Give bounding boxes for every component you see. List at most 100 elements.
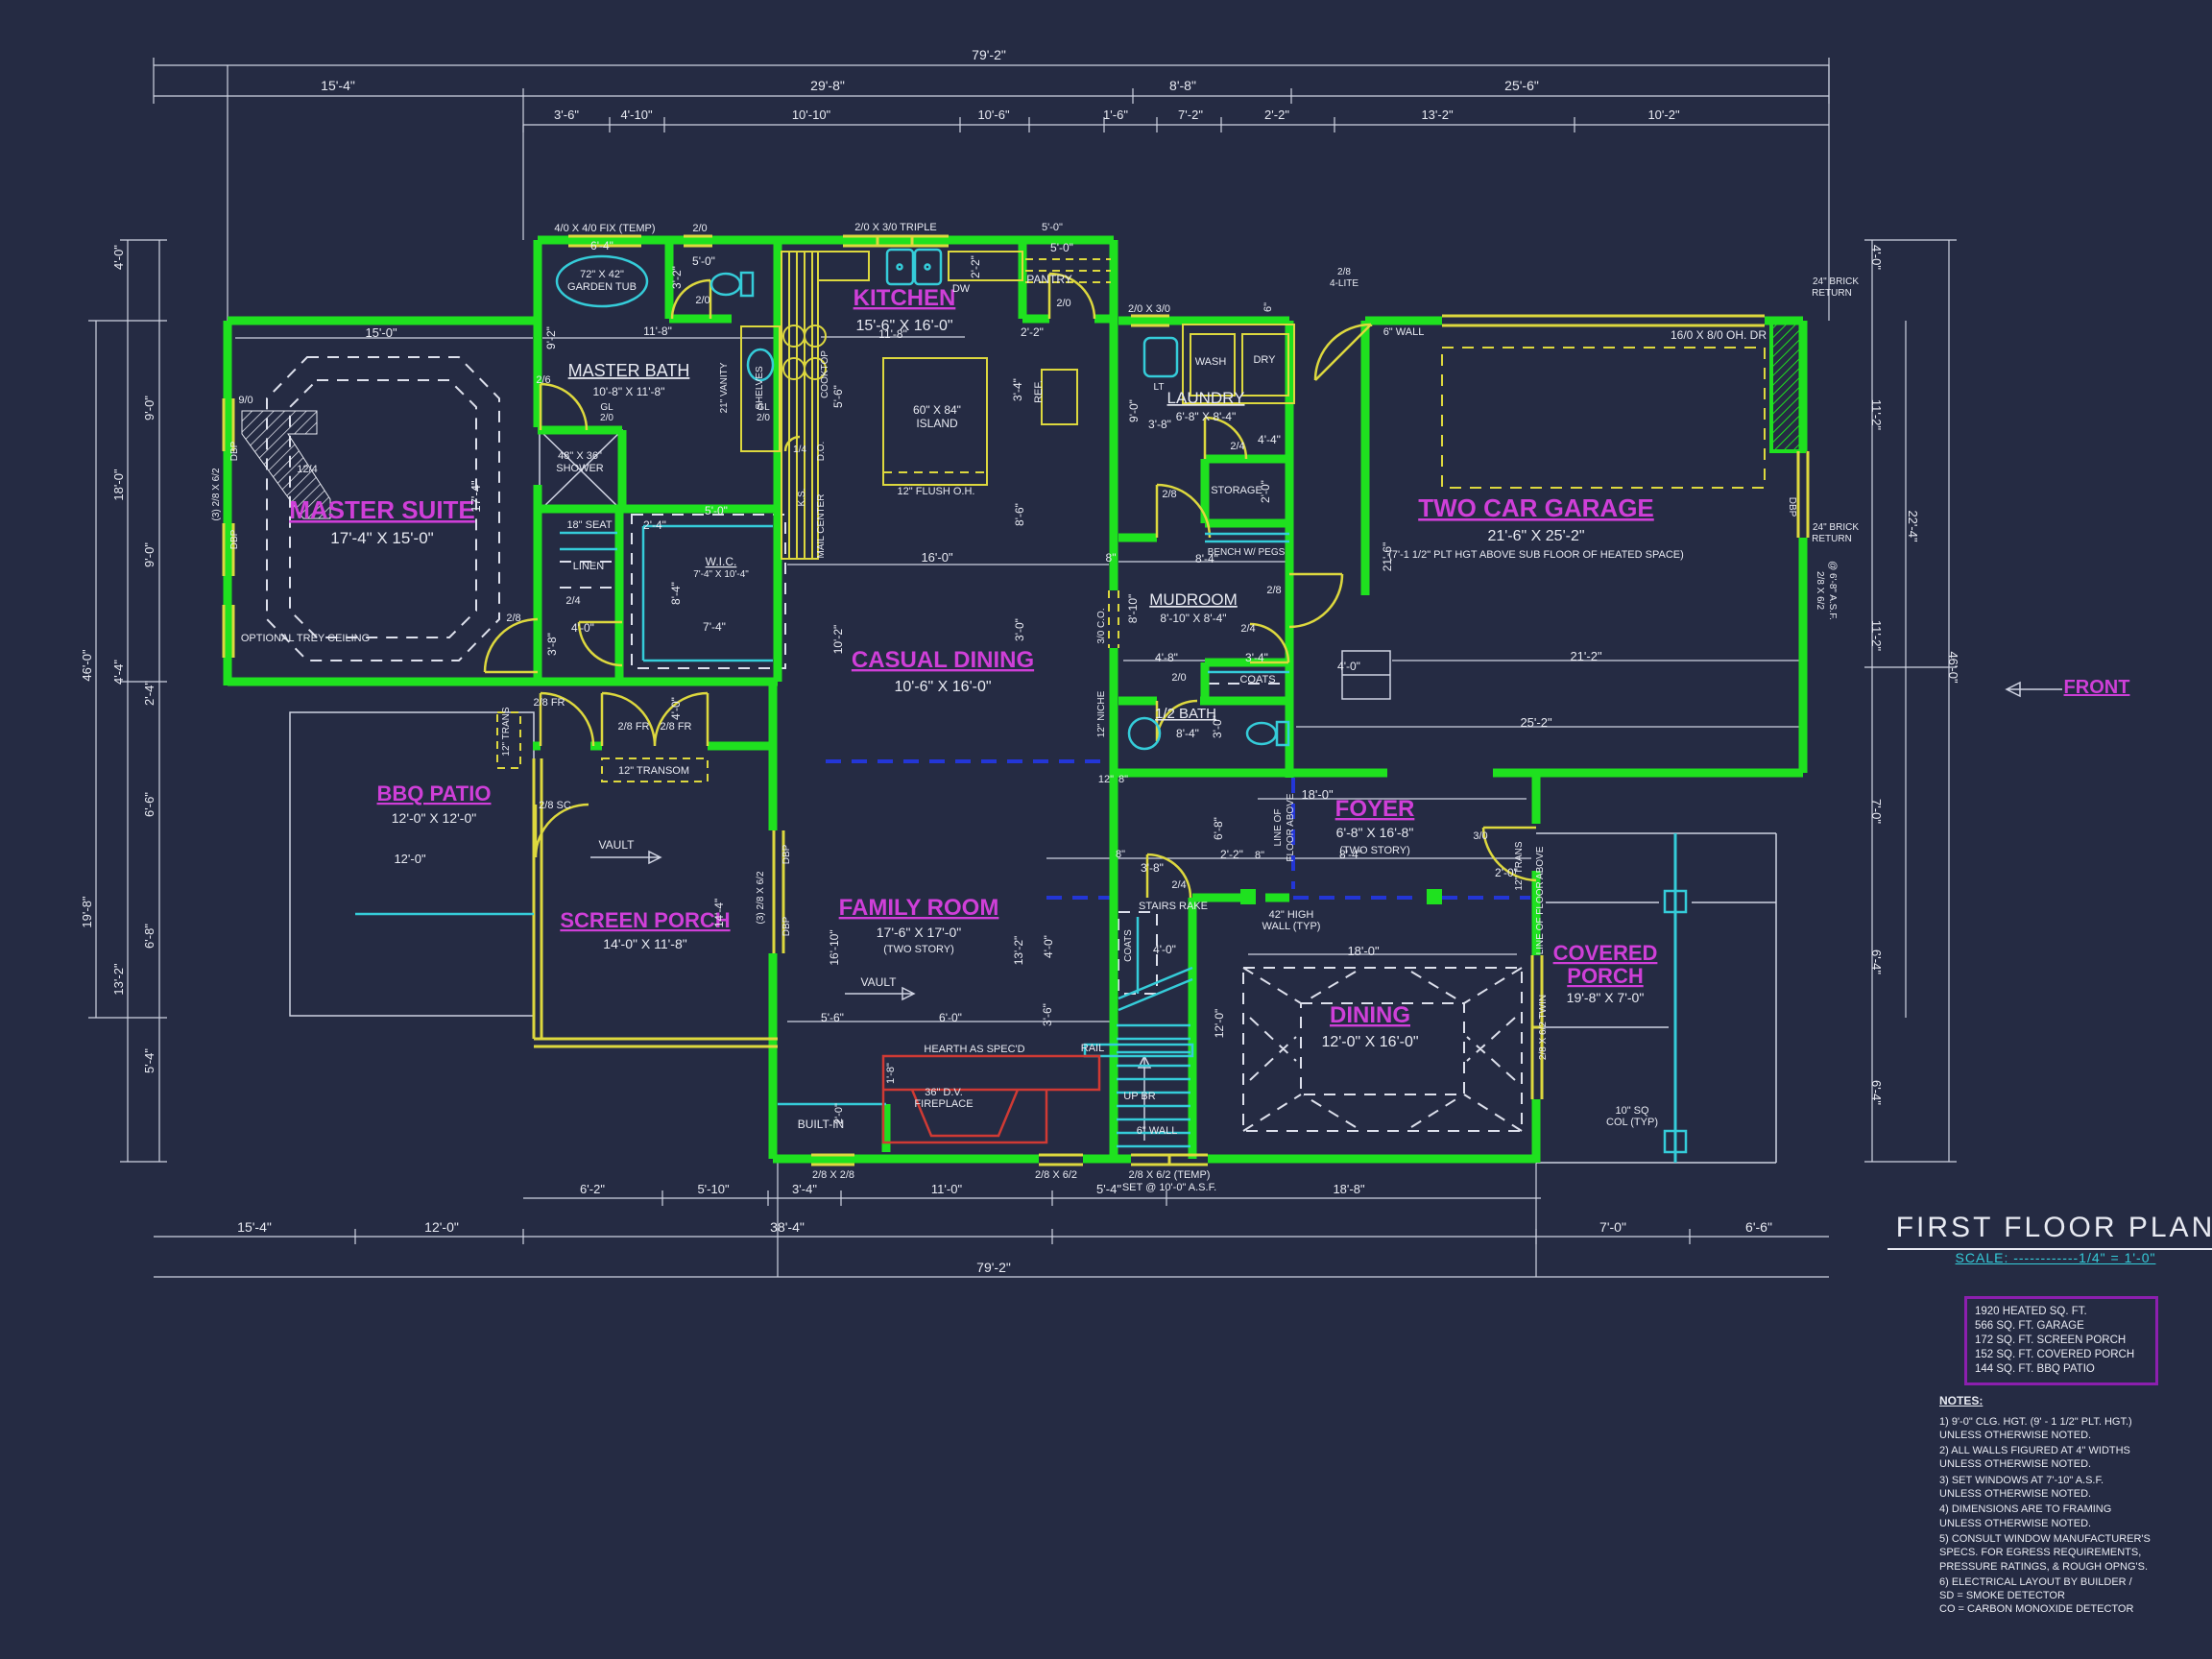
plan-text: RETURN bbox=[1812, 288, 1852, 299]
plan-text: 4'-0" bbox=[571, 621, 594, 635]
plan-text: 21" VANITY bbox=[719, 362, 730, 413]
plan-text: 2/0 X 3/0 bbox=[1128, 303, 1170, 315]
plan-text: GL bbox=[600, 402, 613, 413]
area-summary-line: 1920 HEATED SQ. FT. bbox=[1975, 1305, 2148, 1319]
wc-toilet bbox=[711, 274, 740, 295]
plan-text: 16'-0" bbox=[921, 550, 953, 565]
kitchen-sink bbox=[887, 250, 913, 284]
plan-text: 2/0 bbox=[692, 223, 707, 234]
plan-text: 8" bbox=[1106, 551, 1117, 565]
plan-text: ISLAND bbox=[916, 417, 958, 430]
plan-text: 6'-8" bbox=[1212, 817, 1225, 840]
plan-text: 6'-4" bbox=[1869, 950, 1884, 974]
room-label-casual-dining: CASUAL DINING bbox=[852, 647, 1034, 673]
plan-text: 72" X 42" bbox=[580, 269, 624, 280]
plan-text: BENCH W/ PEGS bbox=[1208, 547, 1286, 558]
plan-text: LINE OF bbox=[1273, 809, 1284, 847]
room-label-bbq-patio: BBQ PATIO bbox=[377, 781, 492, 805]
plan-text: 6'-0" bbox=[939, 1011, 962, 1024]
plan-text: 12" TRANS bbox=[501, 707, 512, 756]
plan-text: RETURN bbox=[1812, 534, 1852, 544]
plan-text: 3'-4" bbox=[1245, 651, 1268, 664]
floor-plan-drawing: 79'-2"15'-4"29'-8"8'-8"25'-6"3'-6"4'-10"… bbox=[0, 0, 2212, 1659]
refrigerator bbox=[1042, 370, 1077, 424]
plan-text: 3'-4" bbox=[1011, 378, 1024, 401]
window-lines bbox=[224, 236, 1808, 1165]
plan-text: 2/8 X 6/2 bbox=[1035, 1169, 1077, 1181]
plan-text: 2/0 bbox=[757, 413, 770, 423]
plan-text: 8'-4" bbox=[1176, 727, 1199, 740]
notes-list: 1) 9'-0" CLG. HGT. (9' - 1 1/2" PLT. HGT… bbox=[1939, 1415, 2212, 1617]
room-label-laundry: LAUNDRY bbox=[1167, 389, 1245, 407]
plan-text: VAULT bbox=[861, 975, 898, 989]
plan-text: 12" TRANSOM bbox=[618, 765, 689, 777]
plan-text: 2/8 FR bbox=[533, 697, 565, 709]
plan-text: 6'-4" bbox=[590, 239, 613, 252]
plan-text: 2'-2" bbox=[1021, 325, 1044, 339]
plan-text: 9'-0" bbox=[142, 396, 156, 421]
plan-text: 16'-10" bbox=[828, 929, 841, 965]
plan-text: DW bbox=[952, 283, 971, 295]
plan-text: 5'-0" bbox=[692, 254, 715, 268]
scale-label: SCALE: ------------1/4" = 1'-0" bbox=[1887, 1250, 2212, 1265]
plan-text: 46'-0" bbox=[80, 649, 94, 682]
plan-text: 6'-2" bbox=[580, 1182, 605, 1196]
plan-text: 2/8 X 2/8 bbox=[812, 1169, 854, 1181]
plan-text: HEARTH AS SPEC'D bbox=[924, 1044, 1024, 1055]
plan-text: (7'-1 1/2" PLT HGT ABOVE SUB FLOOR OF HE… bbox=[1388, 549, 1684, 561]
plan-text: 2/0 bbox=[695, 295, 709, 306]
plan-text: DBP bbox=[1787, 497, 1797, 517]
plan-text: COL (TYP) bbox=[1606, 1117, 1658, 1128]
area-summary-line: 172 SQ. FT. SCREEN PORCH bbox=[1975, 1334, 2148, 1348]
plan-text: 4/0 X 4/0 FIX (TEMP) bbox=[554, 223, 655, 234]
plan-text: 17'-4" X 15'-0" bbox=[330, 529, 433, 547]
plan-text: DBP bbox=[229, 441, 240, 461]
room-label-master-bath: MASTER BATH bbox=[568, 361, 690, 380]
plan-text: 46'-0" bbox=[1946, 651, 1960, 684]
plan-text: 6'-8" X 8'-4" bbox=[1176, 410, 1236, 423]
plan-text: D.O. bbox=[816, 442, 827, 462]
plan-text: OPTIONAL TREY CEILING bbox=[241, 633, 370, 644]
note-item: 1) 9'-0" CLG. HGT. (9' - 1 1/2" PLT. HGT… bbox=[1939, 1415, 2212, 1443]
front-arrow bbox=[2007, 683, 2062, 696]
plan-text: 2/8 FR bbox=[617, 721, 649, 733]
plan-text: RAIL bbox=[1081, 1043, 1104, 1054]
plan-text: PORCH bbox=[1567, 964, 1643, 988]
plan-text: 6" WALL bbox=[1137, 1125, 1178, 1137]
plan-text: 2'-4" bbox=[142, 681, 156, 706]
plan-text: 11'-2" bbox=[1869, 399, 1884, 431]
plan-text: 36" D.V. bbox=[925, 1087, 963, 1098]
plan-text: 19'-8" X 7'-0" bbox=[1567, 990, 1645, 1005]
plan-text: 8'-4" bbox=[1195, 552, 1218, 565]
area-summary-box: 1920 HEATED SQ. FT.566 SQ. FT. GARAGE172… bbox=[1964, 1296, 2158, 1385]
cased-opening bbox=[1109, 590, 1118, 648]
plan-text: 29'-8" bbox=[810, 78, 845, 93]
plan-text: 10'-8" X 11'-8" bbox=[593, 385, 665, 398]
plan-text: 12'-0" bbox=[424, 1219, 459, 1235]
plan-text: 2/4 bbox=[1240, 623, 1255, 635]
front-label: FRONT bbox=[2064, 677, 2130, 698]
plan-text: GL bbox=[757, 402, 770, 413]
plan-text: 2'-2" bbox=[1264, 108, 1289, 122]
room-label-half-bath: 1/2 BATH bbox=[1155, 706, 1216, 722]
plan-text: REF. bbox=[1033, 380, 1045, 403]
plan-text: 16/0 X 8/0 OH. DR bbox=[1671, 328, 1767, 342]
plan-text: (3) 2/8 X 6/2 bbox=[756, 871, 766, 924]
plan-text: WASH bbox=[1195, 356, 1227, 368]
plan-text: 8'-6" bbox=[1013, 503, 1026, 526]
notes-block: NOTES: 1) 9'-0" CLG. HGT. (9' - 1 1/2" P… bbox=[1939, 1394, 2212, 1619]
plan-text: 5'-0" bbox=[1050, 241, 1073, 254]
plan-text: 5'-0" bbox=[705, 504, 728, 517]
plan-text: SET @ 10'-0" A.S.F. bbox=[1122, 1182, 1216, 1193]
plan-text: 1/4 bbox=[793, 445, 806, 455]
plan-text: 2/8 X 6/2 TWIN bbox=[1538, 995, 1549, 1060]
plan-text: 2'-0" bbox=[1259, 480, 1272, 503]
plan-text: 9/0 bbox=[238, 395, 252, 406]
plan-text: 3'-6" bbox=[554, 108, 579, 122]
plan-text: 11'-0" bbox=[931, 1182, 963, 1196]
plan-text: 2/0 bbox=[1171, 672, 1186, 684]
plan-text: 21'-2" bbox=[1570, 649, 1602, 663]
plan-text: 21'-6" X 25'-2" bbox=[1487, 528, 1584, 544]
plan-text: 6" bbox=[1262, 302, 1274, 312]
plan-text: VAULT bbox=[599, 838, 636, 852]
